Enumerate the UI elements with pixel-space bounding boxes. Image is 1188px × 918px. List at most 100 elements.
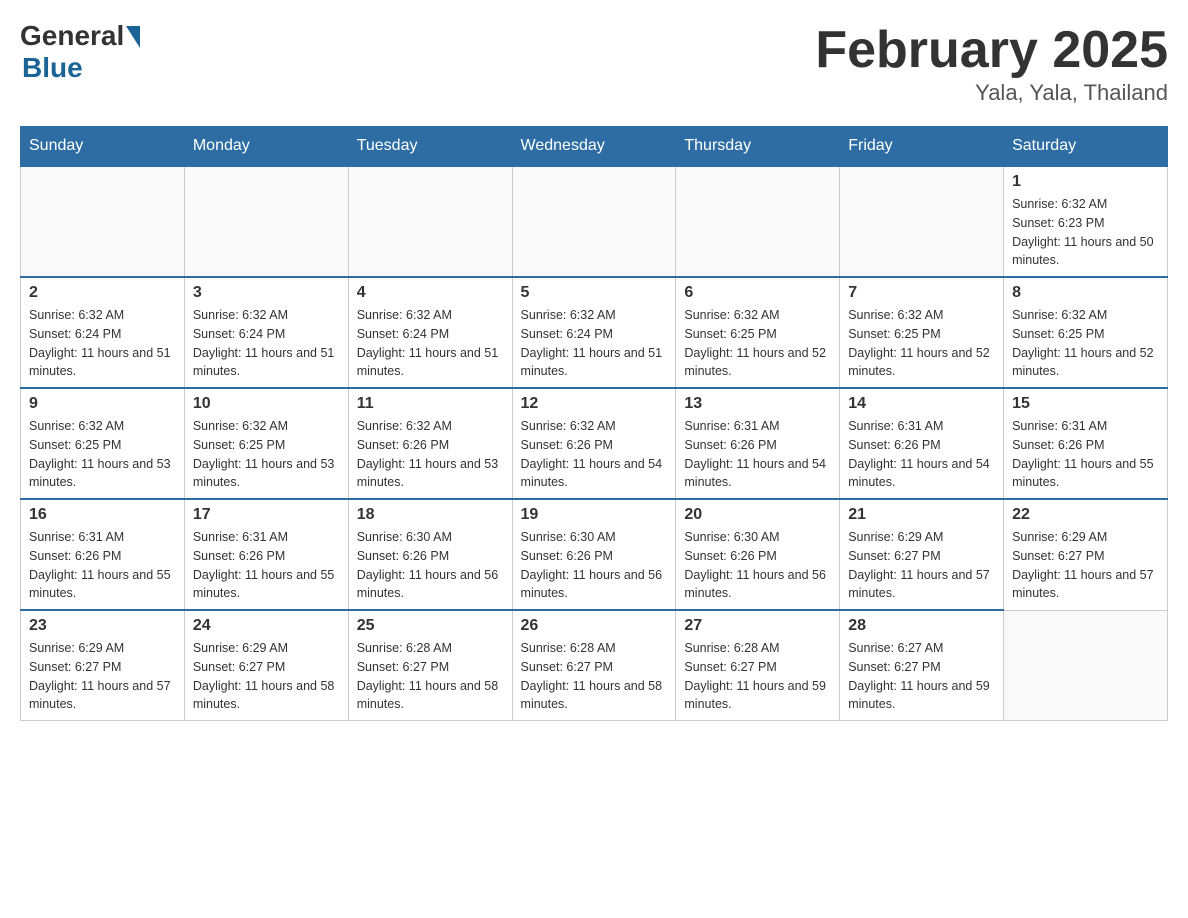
calendar-cell: 1Sunrise: 6:32 AM Sunset: 6:23 PM Daylig…: [1004, 166, 1168, 277]
calendar-cell: [676, 166, 840, 277]
calendar-week-row: 9 Sunrise: 6:32 AM Sunset: 6:25 PM Daylig…: [21, 388, 1168, 499]
calendar-cell: [21, 166, 185, 277]
day-info: Sunrise: 6:32 AM Sunset: 6:24 PM Dayligh…: [521, 306, 668, 381]
day-number: 5: [521, 284, 668, 302]
day-info: Sunrise: 6:30 AM Sunset: 6:26 PM Dayligh…: [357, 528, 504, 603]
day-number: 17: [193, 506, 340, 524]
page-header: General Blue February 2025 Yala, Yala, T…: [20, 20, 1168, 106]
calendar-cell: 26 Sunrise: 6:28 AM Sunset: 6:27 PM Dayli…: [512, 610, 676, 721]
calendar-cell: 23 Sunrise: 6:29 AM Sunset: 6:27 PM Dayli…: [21, 610, 185, 721]
calendar-header-row: SundayMondayTuesdayWednesdayThursdayFrid…: [21, 127, 1168, 167]
calendar-cell: 25 Sunrise: 6:28 AM Sunset: 6:27 PM Dayli…: [348, 610, 512, 721]
calendar-cell: 10 Sunrise: 6:32 AM Sunset: 6:25 PM Dayli…: [184, 388, 348, 499]
calendar-cell: 5 Sunrise: 6:32 AM Sunset: 6:24 PM Daylig…: [512, 277, 676, 388]
day-info: Sunrise: 6:32 AM Sunset: 6:25 PM Dayligh…: [1012, 306, 1159, 381]
calendar-cell: 2 Sunrise: 6:32 AM Sunset: 6:24 PM Daylig…: [21, 277, 185, 388]
logo: General Blue: [20, 20, 140, 84]
location-text: Yala, Yala, Thailand: [815, 80, 1168, 106]
calendar-cell: [1004, 610, 1168, 721]
day-number: 20: [684, 506, 831, 524]
day-number: 18: [357, 506, 504, 524]
day-header-sunday: Sunday: [21, 127, 185, 167]
calendar-cell: [184, 166, 348, 277]
day-info: Sunrise: 6:32 AM Sunset: 6:25 PM Dayligh…: [684, 306, 831, 381]
day-info: Sunrise: 6:32 AM Sunset: 6:25 PM Dayligh…: [848, 306, 995, 381]
day-info: Sunrise: 6:32 AM Sunset: 6:26 PM Dayligh…: [521, 417, 668, 492]
day-header-saturday: Saturday: [1004, 127, 1168, 167]
day-number: 14: [848, 395, 995, 413]
day-number: 10: [193, 395, 340, 413]
day-info: Sunrise: 6:32 AM Sunset: 6:25 PM Dayligh…: [29, 417, 176, 492]
day-info: Sunrise: 6:30 AM Sunset: 6:26 PM Dayligh…: [521, 528, 668, 603]
day-number: 6: [684, 284, 831, 302]
calendar-cell: 9 Sunrise: 6:32 AM Sunset: 6:25 PM Daylig…: [21, 388, 185, 499]
calendar-cell: 15 Sunrise: 6:31 AM Sunset: 6:26 PM Dayli…: [1004, 388, 1168, 499]
day-info: Sunrise: 6:29 AM Sunset: 6:27 PM Dayligh…: [1012, 528, 1159, 603]
day-info: Sunrise: 6:28 AM Sunset: 6:27 PM Dayligh…: [521, 639, 668, 714]
day-number: 27: [684, 617, 831, 635]
day-header-wednesday: Wednesday: [512, 127, 676, 167]
calendar-cell: 13Sunrise: 6:31 AM Sunset: 6:26 PM Dayli…: [676, 388, 840, 499]
day-header-thursday: Thursday: [676, 127, 840, 167]
day-number: 2: [29, 284, 176, 302]
day-number: 19: [521, 506, 668, 524]
day-number: 21: [848, 506, 995, 524]
calendar-cell: 24 Sunrise: 6:29 AM Sunset: 6:27 PM Dayli…: [184, 610, 348, 721]
day-info: Sunrise: 6:31 AM Sunset: 6:26 PM Dayligh…: [29, 528, 176, 603]
calendar-week-row: 1Sunrise: 6:32 AM Sunset: 6:23 PM Daylig…: [21, 166, 1168, 277]
day-info: Sunrise: 6:29 AM Sunset: 6:27 PM Dayligh…: [193, 639, 340, 714]
day-number: 1: [1012, 173, 1159, 191]
day-info: Sunrise: 6:32 AM Sunset: 6:25 PM Dayligh…: [193, 417, 340, 492]
day-number: 11: [357, 395, 504, 413]
calendar-cell: 6 Sunrise: 6:32 AM Sunset: 6:25 PM Daylig…: [676, 277, 840, 388]
calendar-cell: 19 Sunrise: 6:30 AM Sunset: 6:26 PM Dayli…: [512, 499, 676, 610]
calendar-cell: 21 Sunrise: 6:29 AM Sunset: 6:27 PM Dayli…: [840, 499, 1004, 610]
day-number: 26: [521, 617, 668, 635]
day-info: Sunrise: 6:32 AM Sunset: 6:26 PM Dayligh…: [357, 417, 504, 492]
calendar-cell: 18 Sunrise: 6:30 AM Sunset: 6:26 PM Dayli…: [348, 499, 512, 610]
calendar-cell: 14 Sunrise: 6:31 AM Sunset: 6:26 PM Dayli…: [840, 388, 1004, 499]
day-info: Sunrise: 6:31 AM Sunset: 6:26 PM Dayligh…: [848, 417, 995, 492]
day-info: Sunrise: 6:32 AM Sunset: 6:24 PM Dayligh…: [357, 306, 504, 381]
calendar-table: SundayMondayTuesdayWednesdayThursdayFrid…: [20, 126, 1168, 721]
day-info: Sunrise: 6:31 AM Sunset: 6:26 PM Dayligh…: [684, 417, 831, 492]
day-info: Sunrise: 6:32 AM Sunset: 6:24 PM Dayligh…: [29, 306, 176, 381]
calendar-cell: 12Sunrise: 6:32 AM Sunset: 6:26 PM Dayli…: [512, 388, 676, 499]
calendar-cell: 4 Sunrise: 6:32 AM Sunset: 6:24 PM Daylig…: [348, 277, 512, 388]
calendar-cell: 11 Sunrise: 6:32 AM Sunset: 6:26 PM Dayli…: [348, 388, 512, 499]
day-number: 4: [357, 284, 504, 302]
day-info: Sunrise: 6:29 AM Sunset: 6:27 PM Dayligh…: [848, 528, 995, 603]
month-title: February 2025: [815, 20, 1168, 80]
calendar-week-row: 16 Sunrise: 6:31 AM Sunset: 6:26 PM Dayli…: [21, 499, 1168, 610]
day-info: Sunrise: 6:28 AM Sunset: 6:27 PM Dayligh…: [684, 639, 831, 714]
logo-general-text: General: [20, 20, 124, 52]
logo-blue-text: Blue: [22, 52, 83, 84]
day-info: Sunrise: 6:27 AM Sunset: 6:27 PM Dayligh…: [848, 639, 995, 714]
calendar-cell: 28Sunrise: 6:27 AM Sunset: 6:27 PM Dayli…: [840, 610, 1004, 721]
day-number: 22: [1012, 506, 1159, 524]
day-number: 15: [1012, 395, 1159, 413]
calendar-cell: [348, 166, 512, 277]
day-header-friday: Friday: [840, 127, 1004, 167]
day-number: 25: [357, 617, 504, 635]
day-header-monday: Monday: [184, 127, 348, 167]
title-section: February 2025 Yala, Yala, Thailand: [815, 20, 1168, 106]
day-info: Sunrise: 6:29 AM Sunset: 6:27 PM Dayligh…: [29, 639, 176, 714]
day-number: 16: [29, 506, 176, 524]
day-number: 23: [29, 617, 176, 635]
calendar-cell: 3Sunrise: 6:32 AM Sunset: 6:24 PM Daylig…: [184, 277, 348, 388]
calendar-cell: [840, 166, 1004, 277]
calendar-week-row: 2 Sunrise: 6:32 AM Sunset: 6:24 PM Daylig…: [21, 277, 1168, 388]
day-info: Sunrise: 6:31 AM Sunset: 6:26 PM Dayligh…: [193, 528, 340, 603]
day-number: 9: [29, 395, 176, 413]
calendar-cell: 17 Sunrise: 6:31 AM Sunset: 6:26 PM Dayli…: [184, 499, 348, 610]
calendar-cell: [512, 166, 676, 277]
day-info: Sunrise: 6:28 AM Sunset: 6:27 PM Dayligh…: [357, 639, 504, 714]
day-info: Sunrise: 6:32 AM Sunset: 6:24 PM Dayligh…: [193, 306, 340, 381]
calendar-cell: 8Sunrise: 6:32 AM Sunset: 6:25 PM Daylig…: [1004, 277, 1168, 388]
day-number: 7: [848, 284, 995, 302]
calendar-week-row: 23 Sunrise: 6:29 AM Sunset: 6:27 PM Dayli…: [21, 610, 1168, 721]
day-number: 24: [193, 617, 340, 635]
day-info: Sunrise: 6:31 AM Sunset: 6:26 PM Dayligh…: [1012, 417, 1159, 492]
logo-arrow-icon: [126, 26, 140, 48]
